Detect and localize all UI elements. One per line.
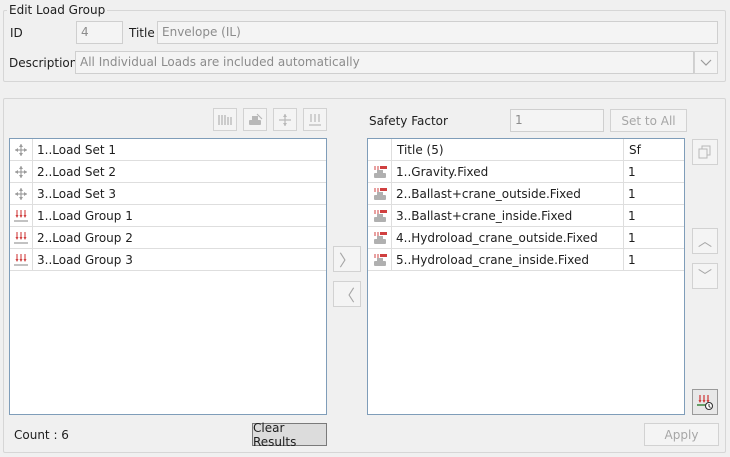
load-set-icon: [10, 161, 33, 182]
safety-factor-input[interactable]: 1: [510, 109, 604, 132]
list-item[interactable]: 3..Load Set 3: [10, 183, 326, 205]
table-row[interactable]: 1..Gravity.Fixed 1: [368, 161, 684, 183]
add-crane-load-button[interactable]: [243, 108, 267, 131]
chevron-left-icon: 〈: [338, 286, 355, 305]
load-group-icon: [10, 249, 33, 270]
copy-button[interactable]: [692, 139, 718, 165]
fixed-load-icon: [368, 183, 392, 204]
list-item[interactable]: 2..Load Group 2: [10, 227, 326, 249]
row-title-cell: 2..Ballast+crane_outside.Fixed: [392, 183, 624, 204]
row-sf-cell[interactable]: 1: [624, 249, 684, 270]
row-sf-cell[interactable]: 1: [624, 161, 684, 182]
load-settings-button[interactable]: [692, 389, 718, 415]
fixed-load-icon: [368, 161, 392, 182]
add-load-set-button[interactable]: [273, 108, 297, 131]
stacked-loads-icon: [218, 114, 232, 125]
id-field[interactable]: 4: [76, 21, 123, 44]
load-group-icon: [10, 205, 33, 226]
list-item-label: 2..Load Group 2: [37, 230, 133, 245]
description-dropdown-button[interactable]: [694, 51, 718, 74]
add-all-loads-button[interactable]: [213, 108, 237, 131]
selected-loads-table[interactable]: Title (5) Sf 1..Gravity.Fixed 1 2..Ballast…: [367, 138, 685, 415]
count-label: Count : 6: [14, 428, 69, 442]
description-label: Description: [9, 56, 78, 70]
list-item-label: 1..Load Set 1: [37, 142, 117, 157]
crane-icon: [249, 113, 263, 125]
list-item[interactable]: 2..Load Set 2: [10, 161, 326, 183]
table-row[interactable]: 5..Hydroload_crane_inside.Fixed 1: [368, 249, 684, 271]
list-item-label: 2..Load Set 2: [37, 164, 117, 179]
list-item-label: 3..Load Group 3: [37, 252, 133, 267]
list-item-label: 1..Load Group 1: [37, 208, 133, 223]
list-item[interactable]: 1..Load Group 1: [10, 205, 326, 227]
chevron-down-icon: [700, 59, 712, 66]
title-field[interactable]: Envelope (IL): [157, 21, 718, 44]
list-item[interactable]: 3..Load Group 3: [10, 249, 326, 271]
available-loads-list[interactable]: 1..Load Set 1 2..Load Set 2 3..Load Set 3 1…: [9, 138, 327, 415]
list-item[interactable]: 1..Load Set 1: [10, 139, 326, 161]
row-sf-cell[interactable]: 1: [624, 205, 684, 226]
table-row[interactable]: 4..Hydroload_crane_outside.Fixed 1: [368, 227, 684, 249]
table-row[interactable]: 2..Ballast+crane_outside.Fixed 1: [368, 183, 684, 205]
safety-factor-label: Safety Factor: [369, 114, 448, 128]
copy-icon: [698, 145, 711, 159]
add-load-group-button[interactable]: [303, 108, 327, 131]
set-to-all-button[interactable]: Set to All: [610, 109, 687, 132]
load-group-icon: [309, 113, 321, 126]
row-sf-cell[interactable]: 1: [624, 227, 684, 248]
chevron-down-icon: ﹀: [698, 269, 712, 285]
row-title-cell: 1..Gravity.Fixed: [392, 161, 624, 182]
chevron-up-icon: ︿: [698, 234, 712, 250]
load-group-icon: [10, 227, 33, 248]
load-set-icon: [10, 183, 33, 204]
fixed-load-icon: [368, 227, 392, 248]
load-set-icon: [279, 113, 291, 126]
move-left-button[interactable]: 〈: [333, 281, 361, 307]
sf-column-header[interactable]: Sf: [624, 139, 684, 161]
row-title-cell: 3..Ballast+crane_inside.Fixed: [392, 205, 624, 226]
description-field[interactable]: All Individual Loads are included automa…: [75, 51, 694, 74]
table-row[interactable]: 3..Ballast+crane_inside.Fixed 1: [368, 205, 684, 227]
edit-load-group-legend: Edit Load Group: [7, 3, 108, 17]
title-label: Title: [129, 26, 155, 40]
header-icon-cell: [368, 139, 392, 161]
load-settings-icon: [697, 395, 714, 411]
list-item-label: 3..Load Set 3: [37, 186, 117, 201]
fixed-load-icon: [368, 249, 392, 270]
row-title-cell: 5..Hydroload_crane_inside.Fixed: [392, 249, 624, 270]
fixed-load-icon: [368, 205, 392, 226]
title-column-header[interactable]: Title (5): [392, 139, 624, 161]
clear-results-button[interactable]: Clear Results: [252, 421, 327, 449]
move-right-button[interactable]: 〉: [333, 246, 361, 272]
id-label: ID: [10, 26, 23, 40]
move-up-button[interactable]: ︿: [692, 228, 718, 254]
row-title-cell: 4..Hydroload_crane_outside.Fixed: [392, 227, 624, 248]
table-header: Title (5) Sf: [368, 139, 684, 161]
row-sf-cell[interactable]: 1: [624, 183, 684, 204]
apply-button[interactable]: Apply: [644, 423, 719, 446]
load-set-icon: [10, 139, 33, 160]
chevron-right-icon: 〉: [338, 251, 355, 270]
move-down-button[interactable]: ﹀: [692, 263, 718, 289]
